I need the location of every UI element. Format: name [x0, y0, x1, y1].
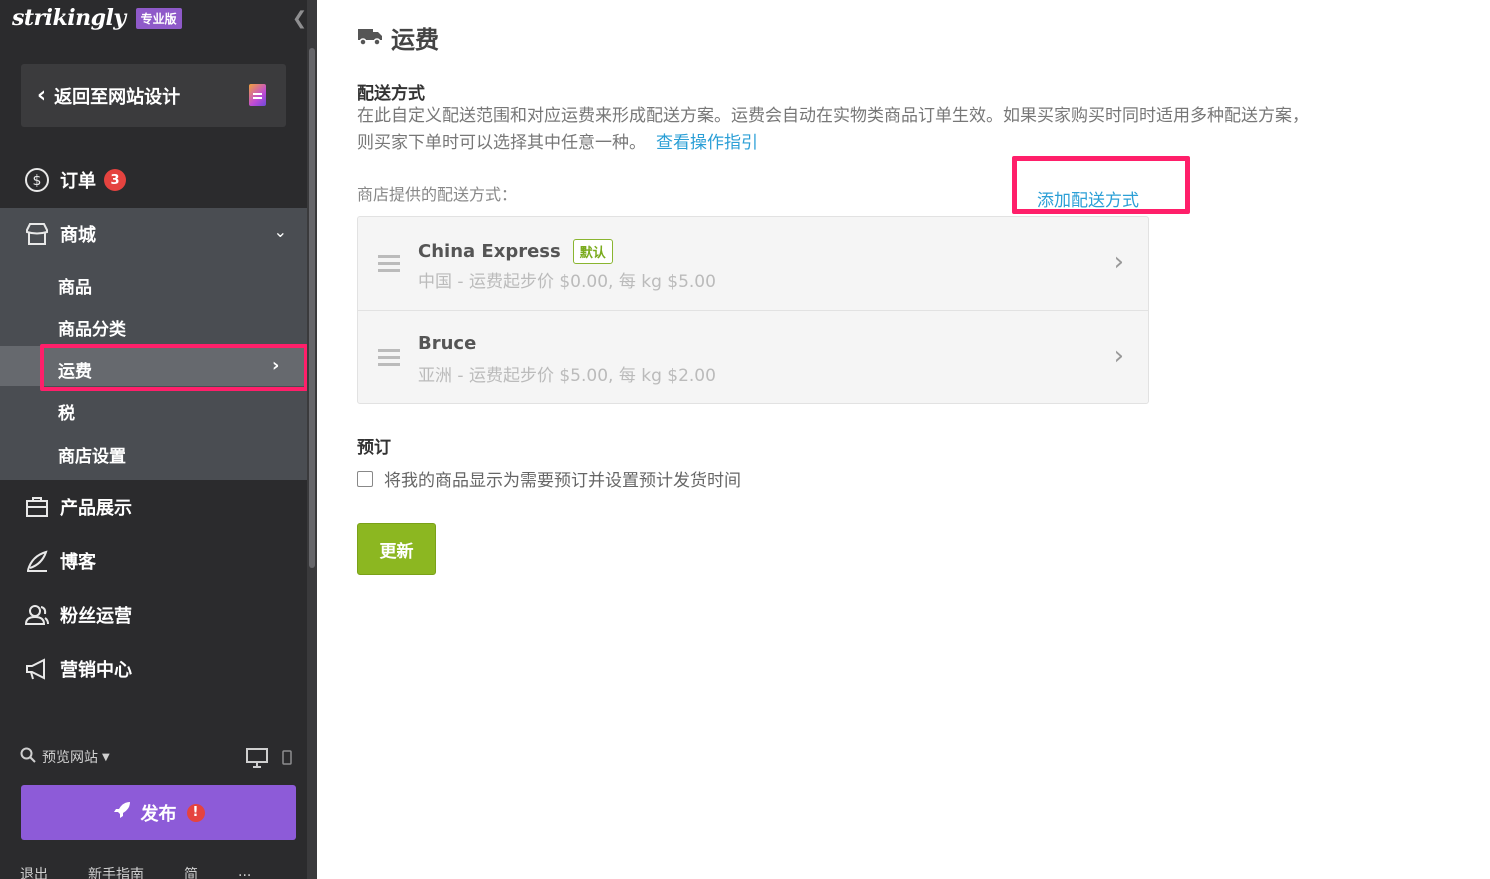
sidebar-item-showcase[interactable]: 产品展示 [0, 487, 307, 527]
dollar-circle-icon: $ [24, 167, 50, 193]
sidebar-item-orders[interactable]: $ 订单 3 [0, 160, 307, 200]
preorder-section-title: 预订 [357, 438, 391, 458]
publish-label: 发布 [140, 803, 177, 825]
search-icon [20, 747, 38, 767]
chevron-down-icon: ⌄ [273, 222, 287, 241]
more-menu[interactable]: ... [238, 864, 251, 879]
logo[interactable]: strikingly [12, 5, 126, 31]
briefcase-icon [24, 494, 50, 520]
beginner-guide-link[interactable]: 新手指南 [88, 864, 144, 879]
method-name-text: Bruce [418, 333, 477, 354]
brand-row: strikingly 专业版 [12, 4, 182, 32]
logout-link[interactable]: 退出 [20, 864, 48, 879]
quill-icon [24, 548, 50, 574]
chevron-right-icon: › [272, 355, 280, 376]
plan-badge: 专业版 [135, 7, 182, 29]
sidebar-item-marketing[interactable]: 营销中心 [0, 649, 307, 689]
shipping-list-label: 商店提供的配送方式： [357, 185, 518, 204]
device-toggle [246, 748, 292, 772]
document-icon [249, 84, 266, 106]
megaphone-icon [24, 656, 50, 682]
sidebar-item-label: 粉丝运营 [60, 606, 132, 627]
orders-count-badge: 3 [104, 169, 126, 191]
shipping-method-row[interactable]: China Express 默认 中国 - 运费起步价 $0.00, 每 kg … [358, 217, 1148, 310]
default-badge: 默认 [572, 239, 613, 264]
shipping-method-list: China Express 默认 中国 - 运费起步价 $0.00, 每 kg … [357, 216, 1149, 404]
sidebar: strikingly 专业版 ❮ ‹ 返回至网站设计 $ 订单 3 商城 ⌄ 商… [0, 0, 317, 879]
sidebar-item-fans[interactable]: 粉丝运营 [0, 595, 307, 635]
shipping-section-title: 配送方式 [357, 84, 425, 104]
shipping-method-desc: 亚洲 - 运费起步价 $5.00, 每 kg $2.00 [418, 366, 716, 386]
svg-text:$: $ [33, 173, 42, 189]
preorder-checkbox[interactable]: 将我的商品显示为需要预订并设置预计发货时间 [357, 466, 741, 491]
sidebar-subitem-shipping[interactable]: 运费 [58, 357, 92, 382]
store-icon [24, 221, 50, 247]
preorder-checkbox-label: 将我的商品显示为需要预订并设置预计发货时间 [384, 471, 741, 491]
drag-handle-icon[interactable] [378, 349, 400, 370]
main-content: 运费 配送方式 在此自定义配送范围和对应运费来形成配送方案。运费会自动在实物类商… [317, 0, 1490, 879]
guide-link[interactable]: 查看操作指引 [656, 133, 758, 153]
mobile-icon[interactable] [282, 748, 292, 772]
caret-down-icon: ▼ [102, 751, 110, 763]
sidebar-item-store[interactable]: 商城 ⌄ [0, 208, 307, 260]
method-name-text: China Express [418, 241, 561, 262]
users-icon [24, 602, 50, 628]
sidebar-item-label: 营销中心 [60, 660, 132, 681]
description-text: 在此自定义配送范围和对应运费来形成配送方案。运费会自动在实物类商品订单生效。如果… [357, 106, 1309, 153]
sidebar-subitem-tax[interactable]: 税 [58, 399, 75, 424]
publish-button[interactable]: 发布 ! [21, 785, 296, 840]
shipping-method-name: China Express 默认 [418, 239, 613, 264]
back-to-design-button[interactable]: ‹ 返回至网站设计 [21, 64, 286, 127]
shipping-method-name: Bruce [418, 333, 476, 354]
sidebar-subitem-store-settings[interactable]: 商店设置 [58, 442, 126, 467]
chevron-left-icon: ‹ [37, 83, 47, 108]
sidebar-footer: 退出 新手指南 简 ... [20, 864, 251, 879]
rocket-icon [113, 801, 131, 824]
truck-icon [357, 24, 383, 52]
sidebar-item-blog[interactable]: 博客 [0, 541, 307, 581]
sidebar-subitem-products[interactable]: 商品 [58, 273, 92, 298]
shipping-method-desc: 中国 - 运费起步价 $0.00, 每 kg $5.00 [418, 272, 716, 292]
shipping-method-row[interactable]: Bruce 亚洲 - 运费起步价 $5.00, 每 kg $2.00 › [358, 310, 1148, 403]
chevron-right-icon: › [1113, 341, 1124, 371]
preview-label: 预览网站 [42, 750, 98, 766]
page-title-text: 运费 [391, 26, 439, 54]
drag-handle-icon[interactable] [378, 255, 400, 276]
back-button-label: 返回至网站设计 [54, 86, 181, 108]
checkbox-box[interactable] [357, 470, 373, 487]
chevron-right-icon: › [1113, 247, 1124, 277]
sidebar-item-label: 博客 [60, 552, 96, 573]
desktop-icon[interactable] [246, 748, 268, 772]
shipping-description: 在此自定义配送范围和对应运费来形成配送方案。运费会自动在实物类商品订单生效。如果… [357, 103, 1317, 157]
sidebar-subitem-categories[interactable]: 商品分类 [58, 315, 126, 340]
update-button[interactable]: 更新 [357, 523, 436, 575]
add-shipping-method-link[interactable]: 添加配送方式 [1037, 186, 1139, 211]
sidebar-scrollbar[interactable] [307, 0, 317, 879]
sidebar-item-label: 产品展示 [60, 498, 132, 519]
scrollbar-thumb[interactable] [309, 48, 315, 568]
sidebar-item-label: 订单 [60, 171, 96, 192]
warning-badge: ! [186, 803, 205, 822]
sidebar-item-label: 商城 [60, 225, 96, 246]
page-title: 运费 [357, 20, 439, 55]
language-link[interactable]: 简 [184, 864, 198, 879]
chevron-left-icon[interactable]: ❮ [292, 8, 307, 29]
